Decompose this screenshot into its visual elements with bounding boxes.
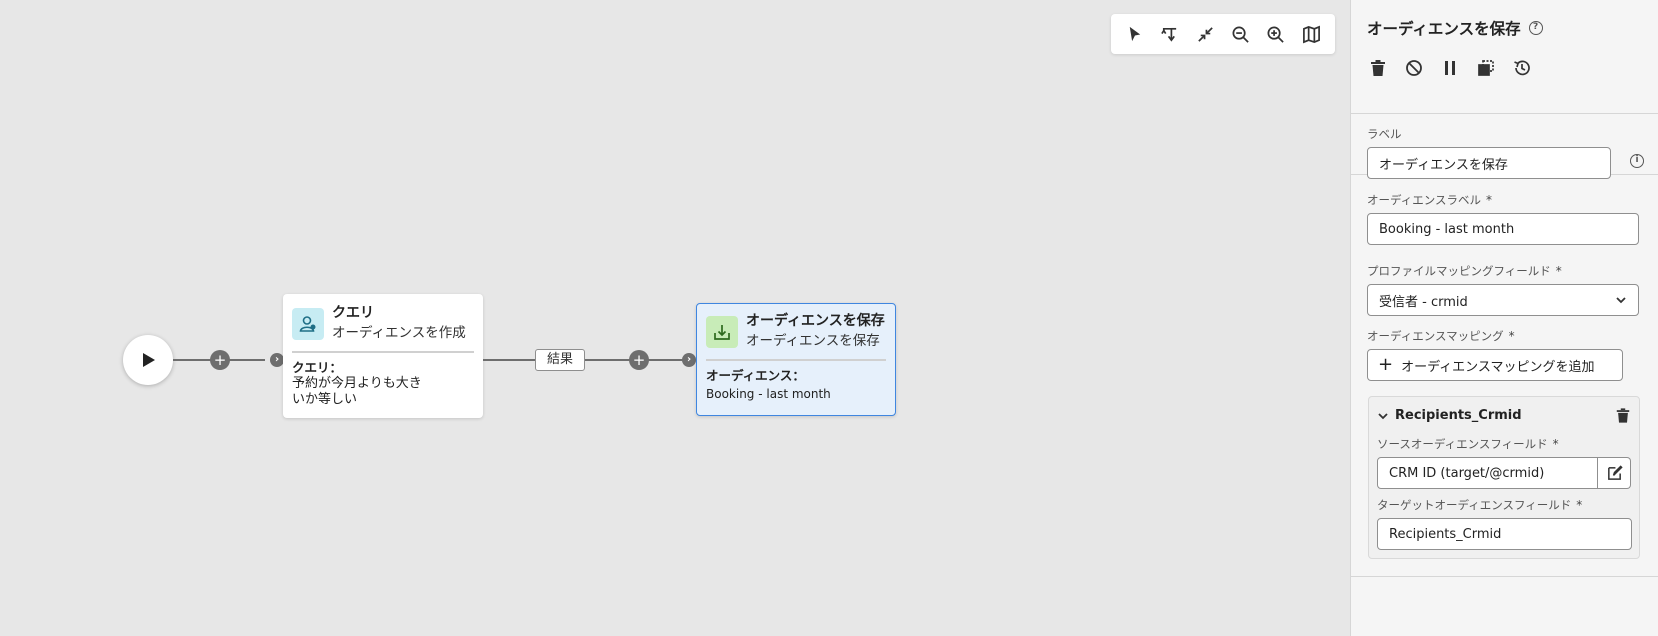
required-asterisk: *	[1555, 264, 1562, 278]
query-label: クエリ：	[292, 360, 343, 375]
node-title: オーディエンスを保存	[746, 313, 885, 329]
edit-expression-button[interactable]	[1598, 457, 1631, 489]
duplicate-icon[interactable]	[1475, 57, 1497, 79]
disable-icon[interactable]	[1403, 57, 1425, 79]
select-value: 受信者 - crmid	[1379, 294, 1468, 310]
workflow-canvas[interactable]: + › クエリ オーディエンスを作成 クエリ： 予約が今月よりも大き いか等しい…	[0, 0, 1350, 636]
field-label: オーディエンスラベル	[1367, 193, 1481, 207]
map-icon[interactable]	[1296, 19, 1326, 49]
help-icon[interactable]: ?	[1528, 21, 1543, 35]
query-text-line: 予約が今月よりも大き	[292, 376, 422, 391]
mapping-card: Recipients_Crmid ソースオーディエンスフィールド * CRM I…	[1368, 396, 1640, 559]
reroute-icon[interactable]	[1155, 19, 1185, 49]
chevron-down-icon	[1616, 297, 1626, 304]
chevron-right-icon: ›	[270, 353, 284, 367]
source-field-input[interactable]: CRM ID (target/@crmid)	[1377, 457, 1599, 489]
field-label: プロファイルマッピングフィールド	[1367, 264, 1551, 278]
add-audience-mapping-button[interactable]: + オーディエンスマッピングを追加	[1367, 349, 1623, 381]
required-asterisk: *	[1576, 498, 1583, 512]
required-asterisk: *	[1552, 437, 1559, 451]
chevron-right-icon: ›	[682, 353, 696, 367]
result-transition-label[interactable]: 結果	[535, 349, 585, 371]
target-field-input[interactable]: Recipients_Crmid	[1377, 518, 1632, 550]
divider	[1351, 576, 1658, 577]
field-label: ターゲットオーディエンスフィールド	[1377, 498, 1572, 512]
pause-icon[interactable]	[1439, 57, 1461, 79]
start-node[interactable]	[123, 335, 173, 385]
audience-label: オーディエンス：	[706, 368, 805, 383]
panel-title: オーディエンスを保存	[1367, 20, 1521, 38]
zoom-in-icon[interactable]	[1261, 19, 1291, 49]
field-label: オーディエンスマッピング	[1367, 329, 1504, 343]
button-label: オーディエンスマッピングを追加	[1401, 359, 1595, 375]
delete-icon[interactable]	[1367, 57, 1389, 79]
audience-value: Booking - last month	[706, 387, 831, 401]
field-label: ラベル	[1367, 127, 1402, 141]
pointer-icon[interactable]	[1120, 19, 1150, 49]
collapse-icon[interactable]	[1190, 19, 1220, 49]
add-activity-button[interactable]: +	[629, 350, 649, 370]
chevron-down-icon[interactable]	[1377, 410, 1389, 422]
label-input[interactable]: オーディエンスを保存	[1367, 147, 1611, 179]
node-title: クエリ	[332, 305, 374, 321]
node-subtitle: オーディエンスを作成	[332, 325, 466, 341]
query-text-line: いか等しい	[292, 392, 358, 407]
edit-icon	[1607, 464, 1623, 480]
profile-mapping-select[interactable]: 受信者 - crmid	[1367, 284, 1639, 316]
audience-icon	[292, 308, 324, 340]
play-icon	[143, 353, 155, 367]
mapping-name: Recipients_Crmid	[1395, 408, 1522, 423]
required-asterisk: *	[1485, 193, 1492, 207]
audience-label-input[interactable]: Booking - last month	[1367, 213, 1639, 245]
field-label: ソースオーディエンスフィールド	[1377, 437, 1548, 451]
add-activity-button[interactable]: +	[210, 350, 230, 370]
node-subtitle: オーディエンスを保存	[746, 333, 880, 349]
history-icon[interactable]	[1511, 57, 1533, 79]
info-icon[interactable]: i	[1630, 154, 1644, 168]
download-icon	[706, 316, 738, 348]
plus-icon: +	[1378, 354, 1394, 375]
connector-line	[483, 359, 535, 361]
query-node[interactable]: クエリ オーディエンスを作成 クエリ： 予約が今月よりも大き いか等しい	[283, 294, 483, 418]
canvas-toolbar	[1111, 14, 1335, 54]
delete-icon[interactable]	[1615, 407, 1631, 424]
save-audience-node[interactable]: オーディエンスを保存 オーディエンスを保存 オーディエンス： Booking -…	[696, 303, 896, 416]
required-asterisk: *	[1508, 329, 1515, 343]
zoom-out-icon[interactable]	[1226, 19, 1256, 49]
